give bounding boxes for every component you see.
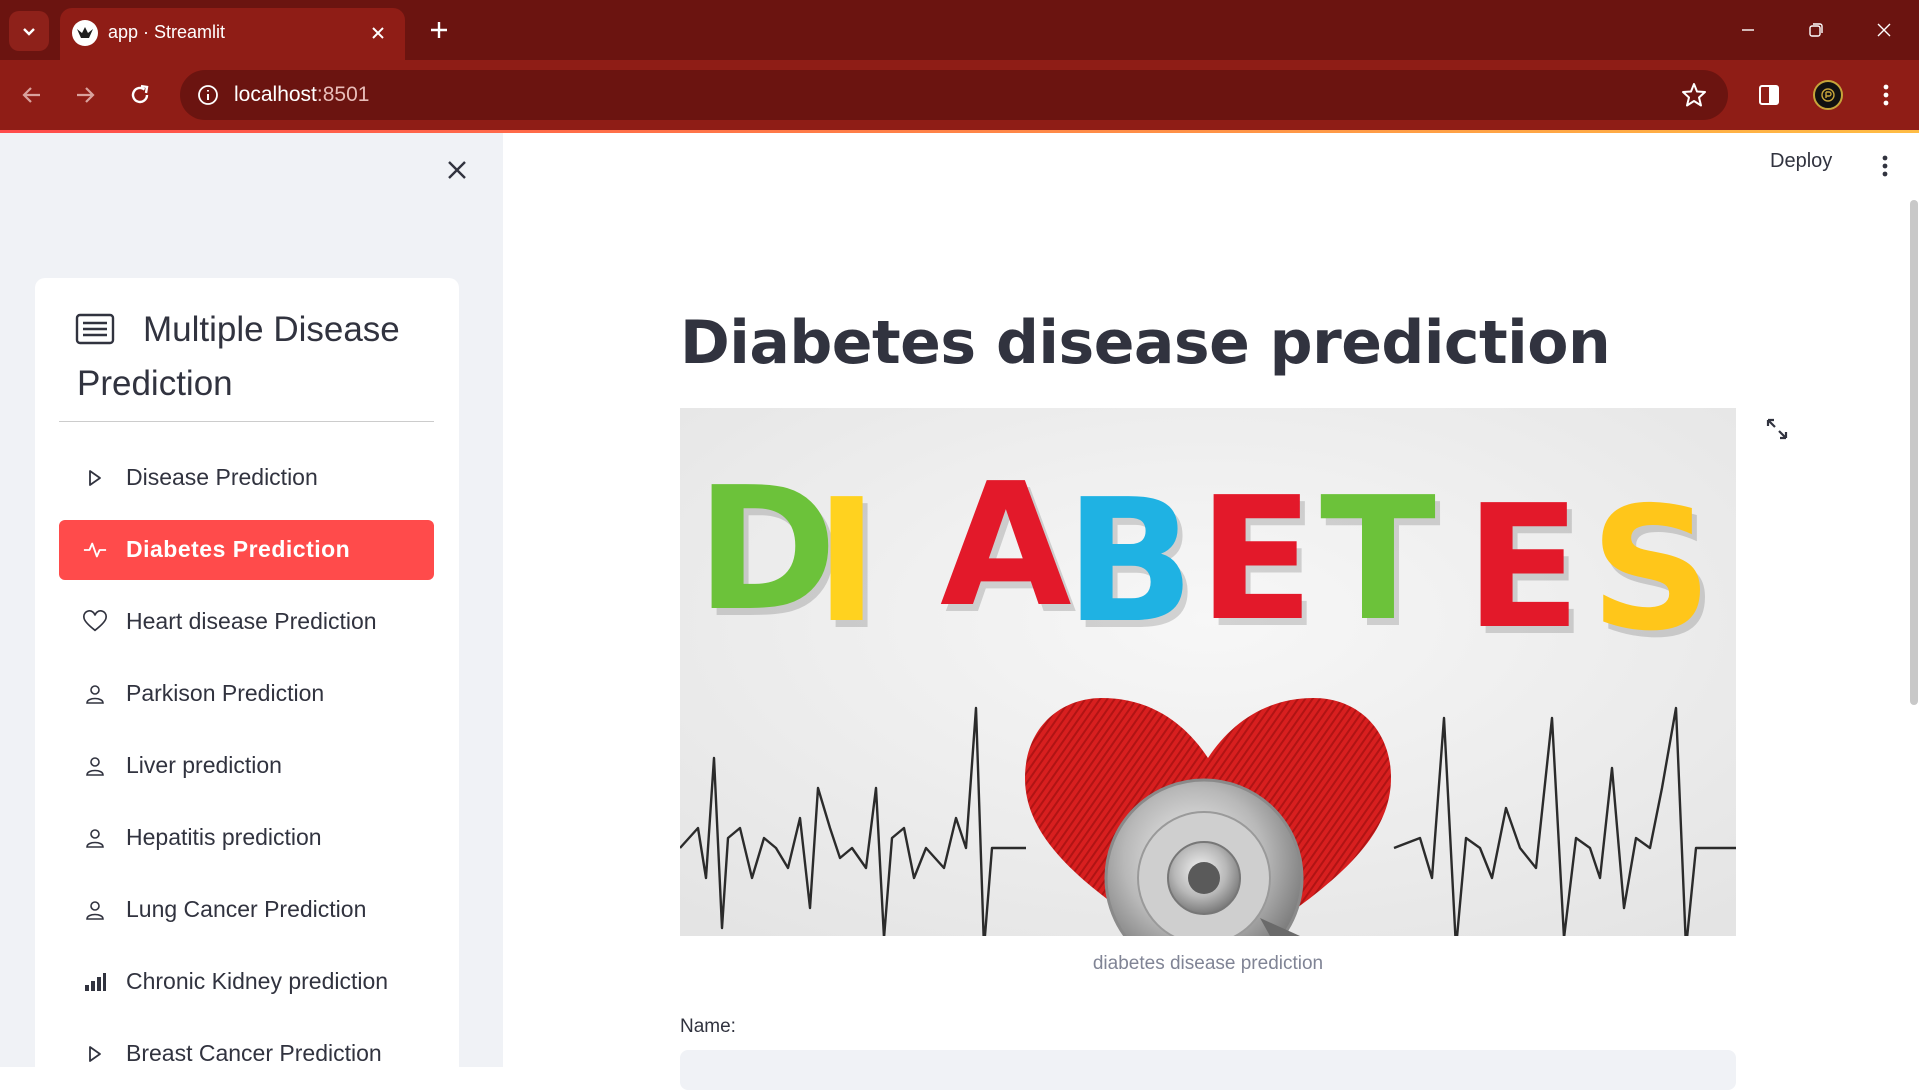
- menu-item-disease-prediction[interactable]: Disease Prediction: [59, 448, 434, 508]
- name-input[interactable]: [680, 1050, 1736, 1090]
- menu-divider: [59, 421, 434, 422]
- menu-item-label: Hepatitis prediction: [126, 824, 322, 850]
- letter-b: B: [1065, 463, 1195, 661]
- menu-item-label: Parkison Prediction: [126, 680, 325, 706]
- play-outline-icon: [83, 1042, 107, 1066]
- activity-icon: [83, 538, 107, 562]
- letter-s: S: [1590, 471, 1712, 669]
- menu-item-label: Lung Cancer Prediction: [126, 896, 367, 922]
- tab-search-button[interactable]: [9, 11, 49, 51]
- profile-icon: [1821, 88, 1835, 102]
- site-info-icon[interactable]: [192, 79, 224, 111]
- profile-avatar[interactable]: [1811, 78, 1845, 112]
- menu-item-chronic-kidney-prediction[interactable]: Chronic Kidney prediction: [59, 952, 434, 1012]
- restore-icon[interactable]: [1796, 12, 1836, 48]
- letter-e: E: [1198, 461, 1314, 659]
- reload-icon[interactable]: [122, 77, 158, 113]
- letter-i: I: [815, 463, 878, 661]
- menu-item-parkison-prediction[interactable]: Parkison Prediction: [59, 664, 434, 724]
- chevron-down-icon: [23, 28, 35, 36]
- name-field-label: Name:: [680, 1016, 736, 1037]
- menu-item-label: Liver prediction: [126, 752, 282, 778]
- menu-item-label: Heart disease Prediction: [126, 608, 377, 634]
- main-menu-icon[interactable]: [1873, 152, 1897, 180]
- minimize-icon[interactable]: [1728, 12, 1768, 48]
- menu-item-label: Disease Prediction: [126, 464, 318, 490]
- play-outline-icon: [83, 466, 107, 490]
- person-icon: [83, 682, 107, 706]
- browser-toolbar: localhost:8501: [0, 60, 1919, 130]
- browser-tab-strip: app · Streamlit: [0, 0, 1919, 60]
- menu-title: Multiple Disease Prediction: [77, 310, 400, 403]
- option-menu: Multiple Disease Prediction Disease Pred…: [35, 278, 459, 1067]
- letter-e: E: [1465, 469, 1581, 667]
- new-tab-plus-icon[interactable]: [424, 15, 454, 45]
- address-bar[interactable]: localhost:8501: [180, 70, 1728, 120]
- back-arrow-icon[interactable]: [14, 77, 50, 113]
- page-title: Diabetes disease prediction: [680, 308, 1611, 378]
- person-icon: [83, 898, 107, 922]
- diabetes-hero-image: DDIIAABBEETTEESS: [680, 408, 1736, 936]
- bookmark-star-icon[interactable]: [1680, 81, 1708, 109]
- menu-item-label: Breast Cancer Prediction: [126, 1040, 382, 1066]
- heart-icon: [83, 610, 107, 634]
- window-close-icon[interactable]: [1864, 12, 1904, 48]
- menu-item-label: Diabetes Prediction: [126, 536, 351, 562]
- diabetes-letters: DDII AABB EE TT EE SS: [696, 447, 1717, 676]
- menu-item-lung-cancer-prediction[interactable]: Lung Cancer Prediction: [59, 880, 434, 940]
- sidebar-close-icon[interactable]: [442, 155, 472, 185]
- tab-close-icon[interactable]: [365, 20, 391, 46]
- page-scrollbar[interactable]: [1910, 200, 1918, 705]
- menu-item-diabetes-prediction[interactable]: Diabetes Prediction: [59, 520, 434, 580]
- person-icon: [83, 826, 107, 850]
- menu-item-breast-cancer-prediction[interactable]: Breast Cancer Prediction: [59, 1024, 434, 1067]
- forward-arrow-icon[interactable]: [67, 77, 103, 113]
- deploy-button[interactable]: Deploy: [1770, 150, 1832, 173]
- url-text: localhost:8501: [234, 83, 370, 106]
- image-caption: diabetes disease prediction: [1092, 953, 1324, 974]
- menu-item-liver-prediction[interactable]: Liver prediction: [59, 736, 434, 796]
- person-icon: [83, 754, 107, 778]
- sidebar: Multiple Disease Prediction Disease Pred…: [0, 133, 503, 1067]
- letter-t: T: [1320, 461, 1436, 659]
- menu-item-hepatitis-prediction[interactable]: Hepatitis prediction: [59, 808, 434, 868]
- streamlit-favicon-icon: [72, 20, 98, 46]
- menu-item-heart-disease-prediction[interactable]: Heart disease Prediction: [59, 592, 434, 652]
- tab-title: app · Streamlit: [108, 22, 226, 42]
- menu-item-label: Chronic Kidney prediction: [126, 968, 389, 994]
- side-panel-icon[interactable]: [1752, 78, 1786, 112]
- letter-a: A: [940, 447, 1072, 645]
- browser-tab-active[interactable]: app · Streamlit: [60, 8, 405, 60]
- bar-chart-icon: [83, 970, 107, 994]
- browser-menu-icon[interactable]: [1869, 78, 1903, 112]
- fullscreen-expand-icon[interactable]: [1762, 414, 1792, 444]
